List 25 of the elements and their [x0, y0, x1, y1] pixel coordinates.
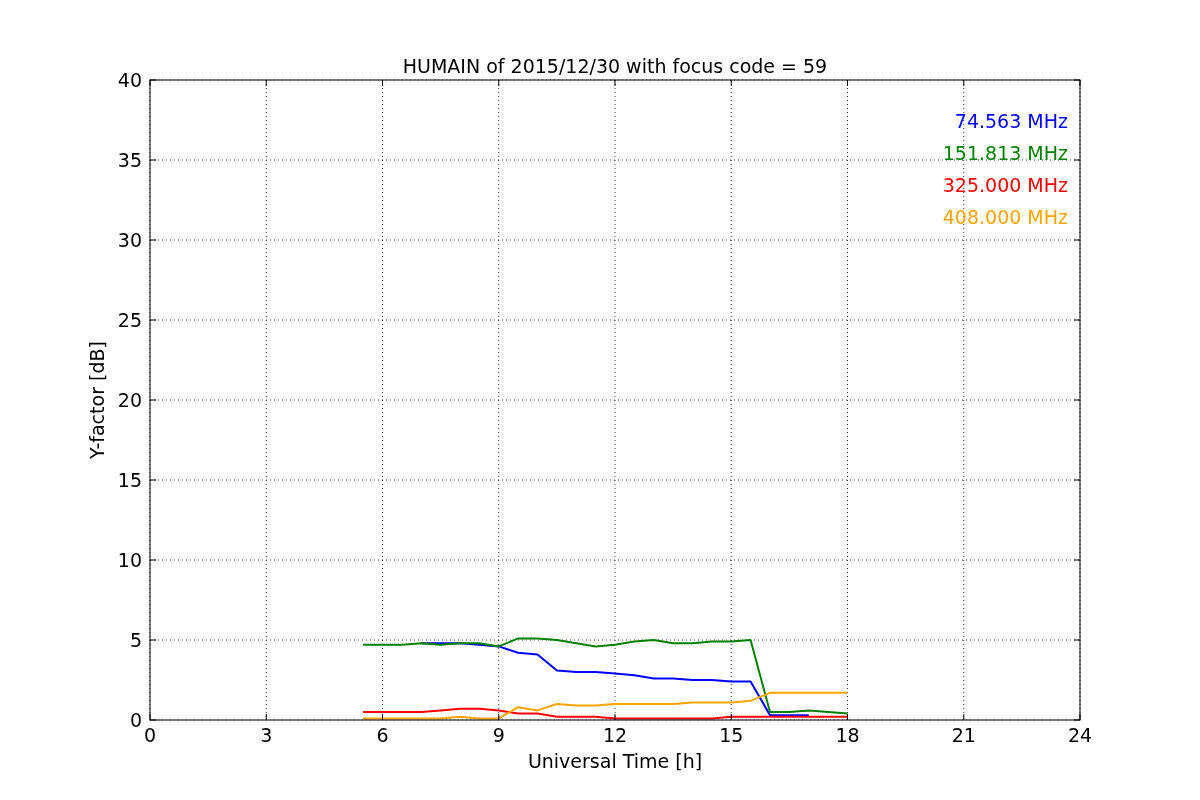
- x-tick-label: 9: [492, 724, 505, 746]
- legend-label: 151.813 MHz: [942, 142, 1068, 164]
- y-tick-label: 0: [129, 709, 142, 731]
- y-tick-label: 10: [117, 549, 142, 571]
- y-tick-label: 30: [117, 229, 142, 251]
- y-tick-label: 20: [117, 389, 142, 411]
- x-tick-label: 21: [951, 724, 976, 746]
- y-tick-label: 15: [117, 469, 142, 491]
- legend-label: 408.000 MHz: [942, 206, 1068, 228]
- x-tick-label: 24: [1067, 724, 1093, 746]
- x-tick-label: 12: [602, 724, 628, 746]
- y-tick-label: 5: [129, 629, 142, 651]
- x-tick-label: 18: [835, 724, 860, 746]
- y-tick-label: 25: [117, 309, 142, 331]
- x-axis-label: Universal Time [h]: [527, 750, 703, 772]
- y-tick-label: 35: [117, 149, 142, 171]
- x-tick-label: 0: [143, 724, 157, 746]
- y-tick-label: 40: [117, 69, 142, 91]
- legend-label: 325.000 MHz: [942, 174, 1068, 196]
- x-tick-label: 3: [260, 724, 273, 746]
- y-axis-label: Y-factor [dB]: [86, 341, 108, 459]
- x-tick-label: 6: [376, 724, 389, 746]
- chart-title: HUMAIN of 2015/12/30 with focus code = 59: [402, 55, 828, 77]
- x-tick-label: 15: [719, 724, 744, 746]
- legend-label: 74.563 MHz: [954, 110, 1068, 132]
